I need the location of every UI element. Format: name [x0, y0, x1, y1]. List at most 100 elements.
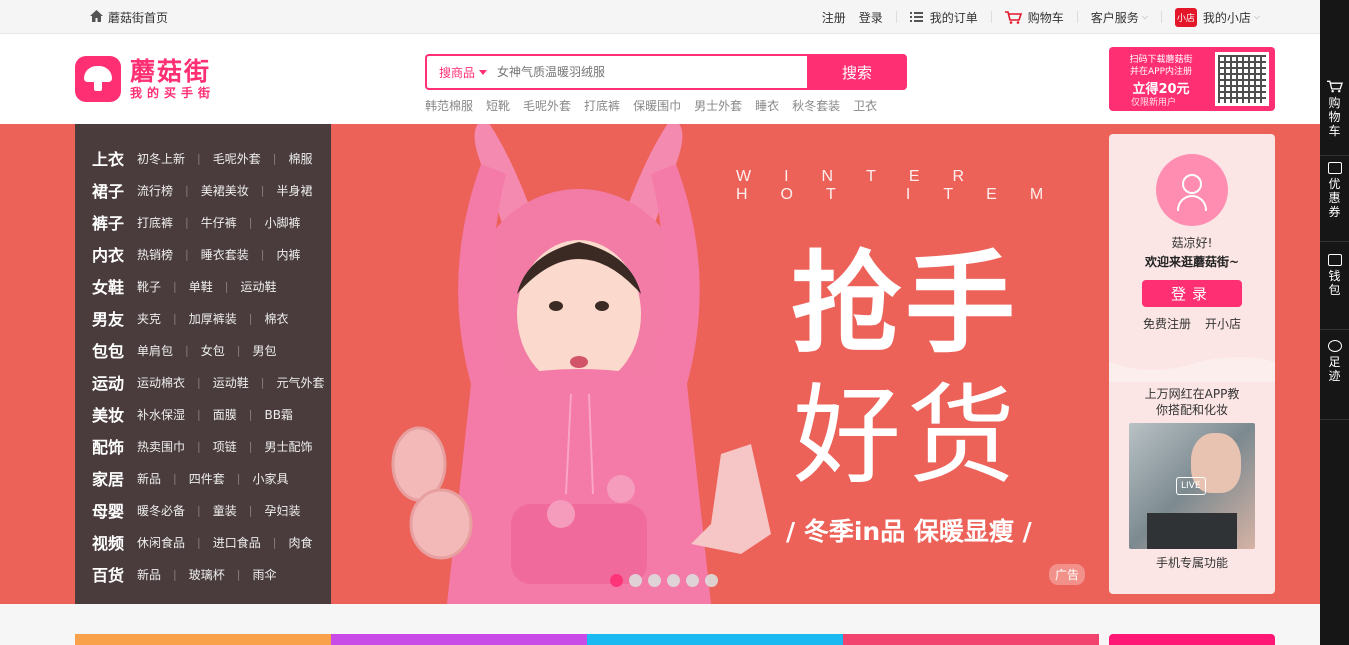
my-shop-menu[interactable]: 小店 我的小店 ⌵: [1174, 7, 1260, 27]
login-button[interactable]: 登录: [1142, 280, 1242, 307]
feature-tab[interactable]: [587, 634, 843, 645]
search-category-select[interactable]: 搜商品: [427, 64, 497, 81]
category-sub-link[interactable]: 单肩包: [137, 342, 173, 359]
carousel-dot[interactable]: [648, 574, 661, 587]
category-sub-link[interactable]: 牛仔裤: [201, 214, 237, 231]
category-sub-link[interactable]: 新品: [137, 470, 161, 487]
category-sub-link[interactable]: 热卖围巾: [137, 438, 185, 455]
category-sub-link[interactable]: 初冬上新: [137, 150, 185, 167]
category-sub-link[interactable]: 童装: [213, 502, 237, 519]
caret-down-icon: [479, 69, 488, 75]
carousel-dot[interactable]: [705, 574, 718, 587]
category-main-link[interactable]: 包包: [92, 338, 137, 362]
category-sub-link[interactable]: 加厚裤装: [189, 310, 237, 327]
sidebar-footprints[interactable]: 足迹: [1320, 340, 1349, 420]
category-sub-link[interactable]: 流行榜: [137, 182, 173, 199]
open-shop-link[interactable]: 开小店: [1205, 315, 1241, 332]
category-main-link[interactable]: 上衣: [92, 146, 137, 170]
hotword-link[interactable]: 卫衣: [853, 97, 877, 114]
hotword-link[interactable]: 秋冬套装: [792, 97, 840, 114]
sidebar-coupons[interactable]: 优惠券: [1320, 162, 1349, 242]
category-sub-link[interactable]: 睡衣套装: [201, 246, 249, 263]
feature-tab[interactable]: [331, 634, 587, 645]
category-sub-link[interactable]: 女包: [201, 342, 225, 359]
category-main-link[interactable]: 百货: [92, 562, 137, 586]
category-sub-link[interactable]: 面膜: [213, 406, 237, 423]
category-sub-link[interactable]: 男包: [252, 342, 276, 359]
category-sub-link[interactable]: 玻璃杯: [189, 566, 225, 583]
hotword-link[interactable]: 短靴: [486, 97, 510, 114]
feature-tab[interactable]: [75, 634, 331, 645]
category-main-link[interactable]: 内衣: [92, 242, 137, 266]
category-sub-link[interactable]: BB霜: [264, 406, 292, 423]
category-sub-link[interactable]: 男士配饰: [264, 438, 312, 455]
cart-link[interactable]: 购物车: [1004, 9, 1064, 26]
carousel-dot[interactable]: [629, 574, 642, 587]
hotword-link[interactable]: 毛呢外套: [523, 97, 571, 114]
orders-link[interactable]: 我的订单: [909, 9, 978, 26]
live-video-thumbnail[interactable]: LIVE: [1129, 423, 1255, 549]
category-sub-link[interactable]: 棉服: [288, 150, 312, 167]
search-input[interactable]: [497, 65, 798, 79]
category-sub-link[interactable]: 毛呢外套: [213, 150, 261, 167]
category-main-link[interactable]: 配饰: [92, 434, 137, 458]
category-sub-link[interactable]: 暖冬必备: [137, 502, 185, 519]
register-link[interactable]: 注册: [822, 9, 846, 26]
category-sub-link[interactable]: 休闲食品: [137, 534, 185, 551]
login-link[interactable]: 登录: [859, 9, 883, 26]
category-main-link[interactable]: 家居: [92, 466, 137, 490]
hotword-link[interactable]: 韩范棉服: [425, 97, 473, 114]
category-main-link[interactable]: 裙子: [92, 178, 137, 202]
category-sub-link[interactable]: 靴子: [137, 278, 161, 295]
category-sub-link[interactable]: 运动鞋: [240, 278, 276, 295]
sidebar-cart[interactable]: 购物车: [1320, 80, 1349, 156]
home-link[interactable]: 蘑菇街首页: [90, 9, 168, 26]
category-sub-link[interactable]: 小脚裤: [264, 214, 300, 231]
category-main-link[interactable]: 美妆: [92, 402, 137, 426]
category-sub-link[interactable]: 元气外套: [276, 374, 324, 391]
register-link[interactable]: 免费注册: [1143, 315, 1191, 332]
category-sub-link[interactable]: 雨伞: [252, 566, 276, 583]
hotword-link[interactable]: 保暖围巾: [633, 97, 681, 114]
category-sub-link[interactable]: 进口食品: [213, 534, 261, 551]
hotword-link[interactable]: 打底裤: [584, 97, 620, 114]
category-sub-link[interactable]: 补水保湿: [137, 406, 185, 423]
carousel-dot[interactable]: [610, 574, 623, 587]
category-main-link[interactable]: 男友: [92, 306, 137, 330]
category-sub-link[interactable]: 夹克: [137, 310, 161, 327]
category-main-link[interactable]: 女鞋: [92, 274, 137, 298]
category-main-link[interactable]: 母婴: [92, 498, 137, 522]
category-sub-link[interactable]: 热销榜: [137, 246, 173, 263]
category-main-link[interactable]: 运动: [92, 370, 137, 394]
logo[interactable]: 蘑菇街 我的买手街: [75, 56, 215, 102]
category-sub-link[interactable]: 运动鞋: [213, 374, 249, 391]
category-sub-link[interactable]: 单鞋: [189, 278, 213, 295]
category-sub-link[interactable]: 棉衣: [264, 310, 288, 327]
sidebar-cart-label: 购物车: [1328, 96, 1341, 138]
divider: |: [248, 439, 253, 453]
footprint-icon: [1327, 340, 1342, 352]
hotword-link[interactable]: 睡衣: [755, 97, 779, 114]
search-button[interactable]: 搜索: [807, 54, 907, 90]
category-sub-link[interactable]: 四件套: [189, 470, 225, 487]
service-menu[interactable]: 客户服务 ⌵: [1091, 9, 1148, 26]
category-sub-link[interactable]: 肉食: [288, 534, 312, 551]
category-sub-link[interactable]: 打底裤: [137, 214, 173, 231]
feature-tab[interactable]: [843, 634, 1099, 645]
category-sub-link[interactable]: 内裤: [276, 246, 300, 263]
category-sub-link[interactable]: 孕妇装: [264, 502, 300, 519]
category-main-link[interactable]: 裤子: [92, 210, 137, 234]
category-sub-link[interactable]: 运动棉衣: [137, 374, 185, 391]
carousel-dot[interactable]: [667, 574, 680, 587]
hero-carousel[interactable]: WINTER HOT ITEM 抢手 好货 / 冬季in品 保暖显瘦 / 广告: [331, 124, 1108, 604]
hotword-link[interactable]: 男士外套: [694, 97, 742, 114]
app-download-banner[interactable]: 扫码下载蘑菇街 并在APP内注册 立得20元 仅限新用户: [1109, 47, 1275, 111]
category-main-link[interactable]: 视频: [92, 530, 137, 554]
category-sub-link[interactable]: 新品: [137, 566, 161, 583]
category-sub-link[interactable]: 项链: [213, 438, 237, 455]
category-sub-link[interactable]: 美裙美妆: [201, 182, 249, 199]
category-sub-link[interactable]: 小家具: [252, 470, 288, 487]
carousel-dot[interactable]: [686, 574, 699, 587]
sidebar-wallet[interactable]: 钱包: [1320, 254, 1349, 330]
category-sub-link[interactable]: 半身裙: [276, 182, 312, 199]
